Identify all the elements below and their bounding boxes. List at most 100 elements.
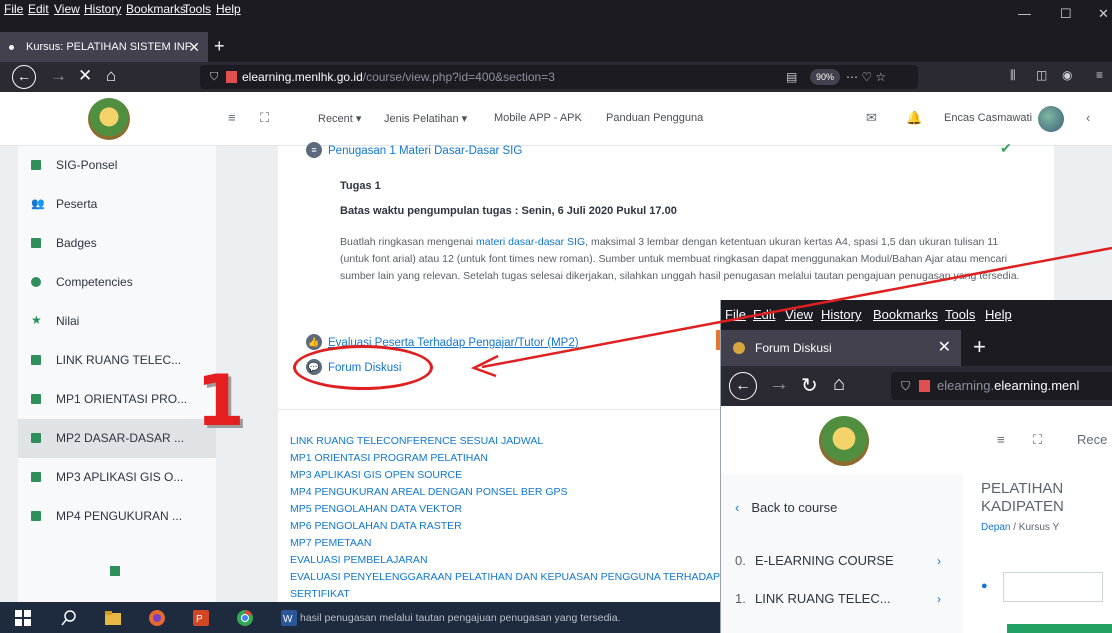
hamburger-icon[interactable]: ≡	[228, 110, 236, 125]
menu-tools[interactable]: Tools	[183, 2, 211, 16]
sidebar-item-mp4[interactable]: MP4 PENGUKURAN ...	[18, 497, 216, 536]
word-icon[interactable]: W	[280, 609, 298, 627]
shield-icon[interactable]: ⛉	[210, 65, 218, 89]
help-icon[interactable]: ●	[981, 580, 988, 592]
sidebar-item-mp3[interactable]: MP3 APLIKASI GIS O...	[18, 458, 216, 497]
menu-edit[interactable]: Edit	[28, 2, 49, 16]
address-bar[interactable]: ⛉ elearning.elearning.menl	[891, 372, 1112, 400]
menu-bookmarks[interactable]: Bookmarks	[126, 2, 186, 16]
mail-icon[interactable]: ✉	[866, 110, 877, 126]
home-icon[interactable]: ⌂	[106, 66, 116, 86]
completion-check-icon[interactable]: ✔	[1000, 140, 1012, 157]
page-actions-icon[interactable]: ⋯ ♡ ☆	[846, 65, 886, 89]
back-to-course-link[interactable]: ‹ Back to course	[735, 500, 837, 515]
address-bar[interactable]: ⛉ elearning.menlhk.go.id/course/view.php…	[200, 65, 918, 89]
sidebar-item-competencies[interactable]: Competencies	[18, 263, 216, 302]
chrome-icon[interactable]	[236, 609, 254, 627]
minimize-button[interactable]: —	[1018, 6, 1031, 21]
section-link[interactable]: EVALUASI PEMBELAJARAN	[290, 554, 428, 566]
section-link[interactable]: MP3 APLIKASI GIS OPEN SOURCE	[290, 469, 462, 481]
sidebar-item-sig-ponsel[interactable]: SIG-Ponsel	[18, 146, 216, 185]
fullscreen-icon[interactable]: ⛶	[1033, 432, 1042, 448]
account-icon[interactable]: ◉	[1062, 68, 1072, 82]
nav-jenis-pelatihan[interactable]: Jenis Pelatihan ▾	[384, 112, 467, 125]
bell-icon[interactable]: 🔔	[906, 110, 922, 126]
sidebar-item-mp2[interactable]: MP2 DASAR-DASAR ...	[18, 419, 216, 458]
breadcrumb-home-link[interactable]: Depan	[981, 522, 1010, 533]
section-link[interactable]: MP7 PEMETAAN	[290, 537, 372, 549]
shield-icon[interactable]: ⛉	[901, 372, 910, 400]
materi-link[interactable]: materi dasar-dasar SIG	[476, 236, 585, 248]
file-explorer-icon[interactable]	[104, 609, 122, 627]
fullscreen-icon[interactable]: ⛶	[260, 110, 269, 126]
menu-file[interactable]: File	[725, 307, 746, 322]
menu-icon[interactable]: ≡	[1096, 68, 1103, 82]
user-name[interactable]: Encas Casmawati	[944, 112, 1032, 124]
menu-edit[interactable]: Edit	[753, 307, 775, 322]
close-tab-icon[interactable]: ✕	[188, 32, 200, 62]
section-link[interactable]: MP4 PENGUKURAN AREAL DENGAN PONSEL BER G…	[290, 486, 568, 498]
new-tab-button[interactable]: +	[214, 36, 225, 57]
section-link[interactable]: LINK RUANG TELECONFERENCE SESUAI JADWAL	[290, 435, 543, 447]
section-link[interactable]: MP6 PENGOLAHAN DATA RASTER	[290, 520, 462, 532]
forward-icon[interactable]: →	[50, 66, 67, 86]
section-link[interactable]: EVALUASI PENYELENGGARAAN PELATIHAN DAN K…	[290, 571, 720, 583]
close-window-button[interactable]: ✕	[1098, 6, 1109, 22]
site-logo[interactable]	[819, 416, 869, 466]
hamburger-icon[interactable]: ≡	[997, 432, 1005, 447]
close-tab-icon[interactable]: ✕	[938, 330, 951, 366]
chevron-left-icon[interactable]: ‹	[1086, 110, 1090, 125]
menu-view[interactable]: View	[54, 2, 80, 16]
sidebar-item-badges[interactable]: Badges	[18, 224, 216, 263]
sidebar-item-peserta[interactable]: 👥 Peserta	[18, 185, 216, 224]
sidebar-toggle-icon[interactable]: ◫	[1036, 68, 1047, 82]
menu-help[interactable]: Help	[985, 307, 1012, 322]
powerpoint-icon[interactable]: P	[192, 609, 210, 627]
search-icon[interactable]	[60, 609, 78, 627]
windows-start-icon[interactable]	[14, 609, 32, 627]
tab-forum[interactable]: Forum Diskusi ✕	[721, 330, 961, 366]
lock-icon[interactable]	[226, 71, 237, 83]
zoom-level[interactable]: 90%	[810, 69, 841, 85]
sidebar-item-section-1[interactable]: 1. LINK RUANG TELEC... ›	[721, 580, 963, 618]
menu-view[interactable]: View	[785, 307, 813, 322]
firefox-icon[interactable]	[148, 609, 166, 627]
nav-recent[interactable]: Recent ▾	[318, 112, 361, 125]
section-link[interactable]: MP1 ORIENTASI PROGRAM PELATIHAN	[290, 452, 488, 464]
avatar[interactable]	[1038, 106, 1064, 132]
menu-history[interactable]: History	[84, 2, 121, 16]
library-icon[interactable]: ⫼	[1010, 68, 1016, 83]
breadcrumb-course[interactable]: / Kursus Y	[1010, 522, 1059, 533]
lock-icon[interactable]	[919, 380, 930, 392]
back-icon[interactable]: ←	[12, 65, 36, 89]
site-logo[interactable]	[88, 98, 130, 140]
course-title-line: PELATIHAN	[981, 480, 1064, 497]
menu-file[interactable]: File	[4, 2, 23, 16]
section-link[interactable]: MP5 PENGOLAHAN DATA VEKTOR	[290, 503, 462, 515]
nav-recent[interactable]: Rece	[1077, 432, 1107, 447]
menu-help[interactable]: Help	[216, 2, 241, 16]
section-link[interactable]: SERTIFIKAT	[290, 588, 350, 600]
reload-icon[interactable]: ↻	[801, 373, 818, 398]
home-icon[interactable]	[110, 566, 120, 576]
menu-history[interactable]: History	[821, 307, 861, 322]
sidebar-item-mp1[interactable]: MP1 ORIENTASI PRO...	[18, 380, 216, 419]
sidebar-item-link-ruang[interactable]: LINK RUANG TELEC...	[18, 341, 216, 380]
nav-panduan[interactable]: Panduan Pengguna	[606, 112, 703, 124]
nav-mobile-app[interactable]: Mobile APP - APK	[494, 112, 582, 124]
home-icon[interactable]: ⌂	[833, 373, 845, 396]
search-input[interactable]	[1003, 572, 1103, 602]
maximize-button[interactable]: ☐	[1060, 6, 1072, 22]
tab-course[interactable]: Kursus: PELATIHAN SISTEM INF ✕	[0, 32, 208, 62]
assignment-link[interactable]: Penugasan 1 Materi Dasar-Dasar SIG	[328, 145, 522, 157]
sidebar-item-nilai[interactable]: ★ Nilai	[18, 302, 216, 341]
stop-icon[interactable]: ✕	[78, 66, 92, 86]
back-icon[interactable]: ←	[729, 372, 757, 400]
sidebar-item-section-0[interactable]: 0. E-LEARNING COURSE ›	[721, 542, 963, 580]
reader-view-icon[interactable]: ▤	[786, 65, 797, 89]
menu-bookmarks[interactable]: Bookmarks	[873, 307, 938, 322]
menu-tools[interactable]: Tools	[945, 307, 975, 322]
new-tab-button[interactable]: +	[973, 334, 986, 360]
green-button[interactable]	[1007, 624, 1112, 633]
forward-icon[interactable]: →	[769, 373, 789, 396]
